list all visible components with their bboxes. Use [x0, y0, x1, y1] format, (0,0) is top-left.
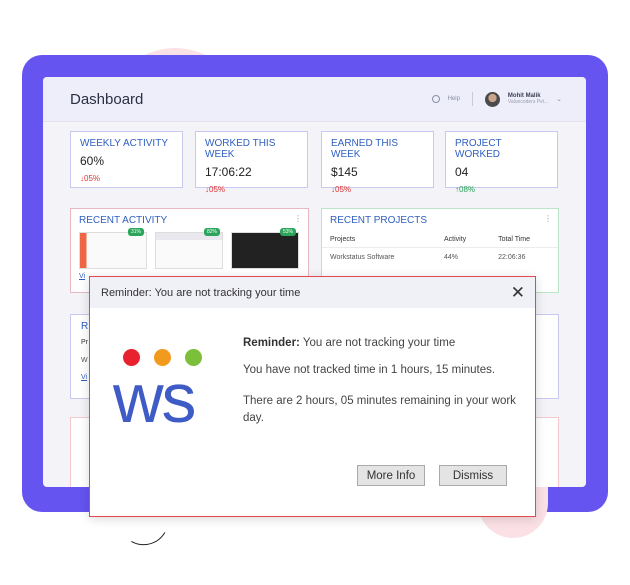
panel-title: RECENT PROJECTS: [330, 215, 428, 226]
stat-delta-value: 05%: [209, 185, 226, 194]
stat-label: WEEKLY ACTIVITY: [80, 138, 168, 149]
stat-value: $145: [331, 165, 358, 179]
dialog-heading: Reminder: You are not tracking your time: [243, 335, 523, 352]
dashboard-header: Dashboard Help Mohit Malik Valuecoders P…: [43, 77, 586, 122]
dialog-body: Reminder: You are not tracking your time…: [243, 335, 523, 427]
dialog-line-2: There are 2 hours, 05 minutes remaining …: [243, 394, 516, 424]
header-right: Help Mohit Malik Valuecoders Pvt... ⌄: [431, 91, 562, 107]
table-cell: Workstatus Software: [330, 254, 395, 261]
stat-delta-value: 05%: [84, 174, 101, 183]
kebab-menu-icon[interactable]: ⋮: [294, 214, 302, 223]
panel-title: RECENT ACTIVITY: [79, 215, 168, 226]
activity-badge: 53%: [279, 228, 296, 236]
table-row[interactable]: Workstatus Software 44% 22:06:36: [322, 248, 558, 268]
stat-card-project-worked: PROJECT WORKED 04 ↑08%: [445, 131, 558, 194]
dialog-title: Reminder: You are not tracking your time: [101, 286, 301, 299]
activity-badge: 31%: [127, 228, 144, 236]
stage: Dashboard Help Mohit Malik Valuecoders P…: [0, 0, 630, 585]
stat-delta-value: 05%: [335, 185, 352, 194]
screenshot-thumb[interactable]: 53%: [231, 228, 299, 269]
more-info-button[interactable]: More Info: [357, 465, 425, 486]
stat-label: EARNED THIS WEEK: [331, 138, 399, 160]
stat-label: WORKED THIS WEEK: [205, 138, 276, 160]
stat-delta: ↓05%: [80, 174, 173, 183]
screenshot-thumb[interactable]: 82%: [155, 228, 223, 269]
stat-delta: ↑08%: [455, 185, 548, 194]
stat-value: 60%: [80, 154, 105, 168]
help-link[interactable]: Help: [448, 96, 460, 102]
stat-label: PROJECT WORKED: [455, 138, 502, 160]
table-cell: 22:06:36: [498, 254, 526, 261]
stat-delta-value: 08%: [459, 185, 476, 194]
stat-value: 17:06:22: [205, 165, 252, 179]
logo-text: ws: [113, 359, 197, 437]
activity-badge: 82%: [203, 228, 220, 236]
column-header[interactable]: Activity: [436, 232, 491, 248]
column-header[interactable]: Total Time: [490, 232, 558, 248]
heading-bold: Reminder:: [243, 337, 300, 349]
chevron-down-icon[interactable]: ⌄: [556, 95, 562, 103]
page-title: Dashboard: [70, 90, 144, 108]
heading-rest: You are not tracking your time: [299, 337, 456, 349]
avatar[interactable]: [484, 91, 500, 107]
stat-delta: ↓05%: [205, 185, 298, 194]
close-icon[interactable]: ✕: [511, 284, 525, 301]
screenshot-thumbs: 31% 82% 53%: [71, 228, 308, 269]
dialog-header: Reminder: You are not tracking your time…: [90, 277, 535, 308]
user-info[interactable]: Mohit Malik Valuecoders Pvt...: [508, 93, 548, 105]
reminder-dialog: Reminder: You are not tracking your time…: [89, 276, 536, 517]
divider: [471, 92, 473, 106]
stat-card-earned-this-week: EARNED THIS WEEK $145 ↓05%: [321, 131, 434, 194]
help-icon[interactable]: [431, 95, 440, 103]
stat-card-worked-this-week: WORKED THIS WEEK 17:06:22 ↓05%: [195, 131, 308, 194]
user-org: Valuecoders Pvt...: [507, 99, 549, 105]
stat-card-weekly-activity: WEEKLY ACTIVITY 60% ↓05%: [70, 131, 183, 188]
dismiss-button[interactable]: Dismiss: [439, 465, 507, 486]
dialog-line-1: You have not tracked time in 1 hours, 15…: [243, 364, 496, 377]
stat-delta: ↓05%: [331, 185, 424, 194]
stat-value: 04: [455, 165, 469, 179]
column-header[interactable]: Projects: [322, 232, 436, 248]
projects-table: Projects Activity Total Time Workstatus …: [322, 232, 558, 267]
workstatus-logo: ws: [113, 349, 223, 434]
kebab-menu-icon[interactable]: ⋮: [544, 214, 552, 223]
screenshot-thumb[interactable]: 31%: [79, 228, 147, 269]
table-cell: 44%: [444, 254, 459, 261]
